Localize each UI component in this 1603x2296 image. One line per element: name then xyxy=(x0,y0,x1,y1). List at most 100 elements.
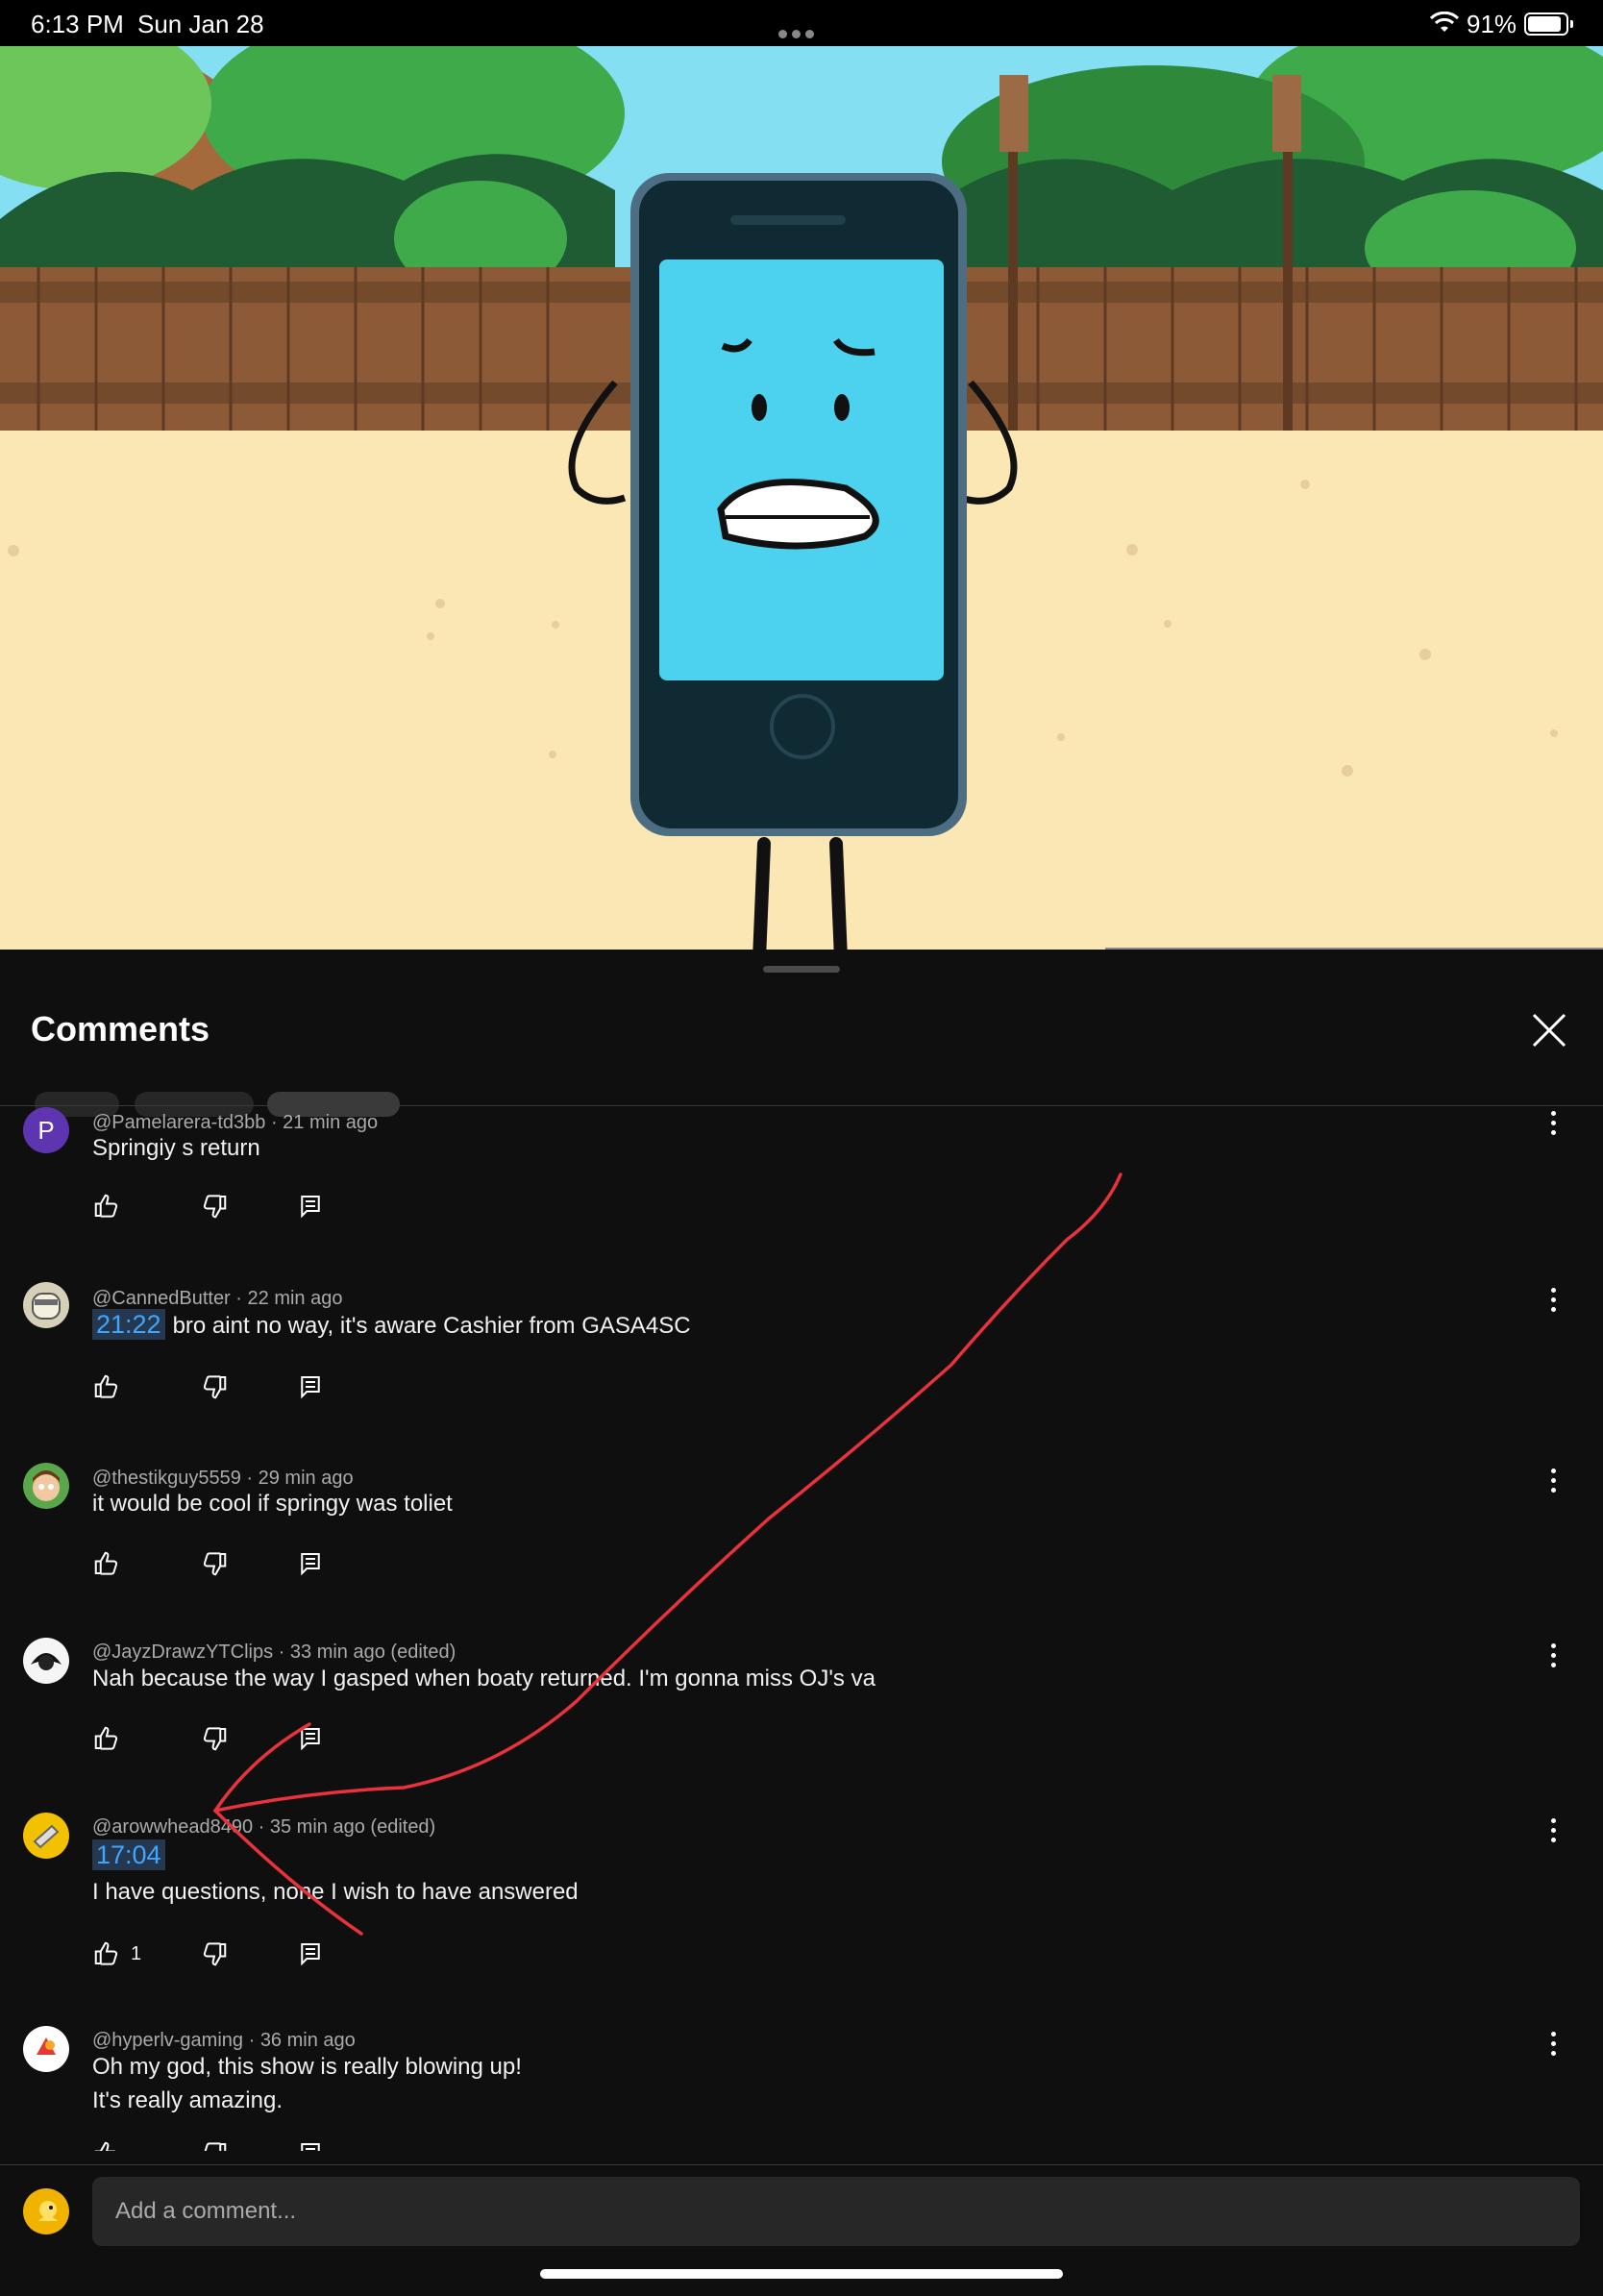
like-button[interactable] xyxy=(92,1192,123,1222)
avatar xyxy=(23,2188,69,2234)
avatar[interactable]: P xyxy=(23,1107,69,1153)
comment-age: 35 min ago xyxy=(269,1816,365,1838)
like-count: 1 xyxy=(131,1943,142,1964)
reply-icon xyxy=(301,1728,320,1751)
close-button[interactable] xyxy=(1526,1007,1572,1053)
reply-button[interactable] xyxy=(296,1192,327,1222)
more-icon[interactable] xyxy=(1547,1469,1559,1497)
video-frame-image xyxy=(0,46,1603,950)
avatar-image xyxy=(32,1293,61,1320)
wifi-icon xyxy=(1430,12,1459,32)
comment-author[interactable]: @hyperlv-gaming xyxy=(92,2030,243,2051)
reply-icon xyxy=(301,1943,320,1966)
like-icon xyxy=(94,1941,118,1965)
avatar-image xyxy=(38,2201,58,2221)
reply-button[interactable] xyxy=(296,2139,327,2151)
like-icon xyxy=(94,2141,116,2151)
comment-meta: @thestikguy5559 · 29 min ago xyxy=(92,1468,354,1489)
dislike-button[interactable] xyxy=(200,1192,231,1222)
comment-text: Oh my god, this show is really blowing u… xyxy=(92,2054,522,2080)
comment-text-line2: It's really amazing. xyxy=(92,2087,283,2113)
dislike-icon xyxy=(203,1375,227,1399)
comment-meta: @CannedButter · 22 min ago xyxy=(92,1288,343,1309)
like-icon xyxy=(94,1194,118,1218)
header-divider xyxy=(0,1105,1603,1106)
like-icon xyxy=(94,1726,118,1750)
like-icon xyxy=(94,1551,118,1575)
like-button[interactable] xyxy=(92,2139,123,2151)
avatar[interactable] xyxy=(23,1813,69,1859)
avatar-image xyxy=(33,1824,60,1849)
edited-label: (edited) xyxy=(370,1816,436,1838)
comments-sheet: Comments P @Pamelarera-td3bb · 21 min ag… xyxy=(0,950,1603,2295)
status-date: Sun Jan 28 xyxy=(137,10,264,38)
comment-author[interactable]: @arowwhead8490 xyxy=(92,1816,253,1838)
more-icon[interactable] xyxy=(1547,2032,1559,2061)
reply-button[interactable] xyxy=(296,1549,327,1580)
dislike-icon xyxy=(204,2142,227,2151)
avatar[interactable] xyxy=(23,2026,69,2072)
dislike-button[interactable] xyxy=(200,1939,231,1970)
like-button[interactable] xyxy=(92,1549,123,1580)
reply-button[interactable] xyxy=(296,1939,327,1970)
comment-meta: @Pamelarera-td3bb · 21 min ago xyxy=(92,1112,379,1133)
comment-list[interactable]: P @Pamelarera-td3bb · 21 min ago Springi… xyxy=(0,1107,1603,2151)
comments-title: Comments xyxy=(31,1009,210,1049)
avatar-image xyxy=(31,1653,62,1670)
timestamp-link[interactable]: 17:04 xyxy=(92,1839,165,1870)
home-indicator[interactable] xyxy=(540,2269,1063,2279)
close-icon xyxy=(1532,1013,1566,1048)
dislike-button[interactable] xyxy=(200,1372,231,1403)
comment-meta: @hyperlv-gaming · 36 min ago xyxy=(92,2030,356,2051)
dislike-icon xyxy=(203,1552,227,1576)
comment-age: 22 min ago xyxy=(247,1288,343,1309)
comment-age: 33 min ago xyxy=(289,1642,385,1663)
avatar-image xyxy=(37,2037,56,2055)
more-icon[interactable] xyxy=(1547,1111,1559,1140)
comment-author[interactable]: @Pamelarera-td3bb xyxy=(92,1112,265,1133)
avatar[interactable] xyxy=(23,1638,69,1684)
dislike-icon xyxy=(203,1195,227,1219)
comment-text: Nah because the way I gasped when boaty … xyxy=(92,1666,875,1691)
avatar-image xyxy=(33,1470,60,1501)
comment-author[interactable]: @CannedButter xyxy=(92,1288,231,1309)
comment-input[interactable] xyxy=(92,2177,1580,2246)
dislike-icon xyxy=(203,1942,227,1966)
comment-text: Springiy s return xyxy=(92,1135,260,1161)
multitasking-dots[interactable] xyxy=(778,15,825,38)
comment-text: I have questions, none I wish to have an… xyxy=(92,1879,579,1905)
comment-meta: @arowwhead8490 · 35 min ago (edited) xyxy=(92,1816,436,1838)
reply-icon xyxy=(301,1196,320,1219)
like-button[interactable] xyxy=(92,1372,123,1403)
avatar[interactable] xyxy=(23,1282,69,1328)
more-icon[interactable] xyxy=(1547,1288,1559,1317)
comment-meta: @JayzDrawzYTClips · 33 min ago (edited) xyxy=(92,1642,456,1663)
reply-icon xyxy=(301,2143,320,2151)
video-player[interactable] xyxy=(0,46,1603,950)
timestamp-link[interactable]: 21:22 xyxy=(92,1309,165,1340)
reply-icon xyxy=(301,1376,320,1399)
more-icon[interactable] xyxy=(1547,1643,1559,1672)
like-button[interactable] xyxy=(92,1724,123,1755)
status-time: 6:13 PM xyxy=(31,10,124,38)
like-icon xyxy=(94,1374,118,1398)
comment-author[interactable]: @thestikguy5559 xyxy=(92,1468,241,1489)
edited-label: (edited) xyxy=(390,1642,456,1663)
dislike-button[interactable] xyxy=(200,2139,231,2151)
dislike-button[interactable] xyxy=(200,1724,231,1755)
comment-text-line: 21:22 bro aint no way, it's aware Cashier… xyxy=(92,1309,691,1343)
battery-icon xyxy=(1524,12,1573,36)
dislike-button[interactable] xyxy=(200,1549,231,1580)
comment-age: 21 min ago xyxy=(283,1112,379,1133)
reply-icon xyxy=(301,1553,320,1576)
like-button[interactable]: 1 xyxy=(92,1939,141,1970)
comment-author[interactable]: @JayzDrawzYTClips xyxy=(92,1642,273,1663)
sheet-drag-handle[interactable] xyxy=(763,966,840,973)
avatar[interactable] xyxy=(23,1463,69,1509)
more-icon[interactable] xyxy=(1547,1818,1559,1847)
reply-button[interactable] xyxy=(296,1724,327,1755)
reply-button[interactable] xyxy=(296,1372,327,1403)
comment-age: 29 min ago xyxy=(258,1468,354,1489)
battery-percent: 91% xyxy=(1467,10,1517,38)
comment-text: bro aint no way, it's aware Cashier from… xyxy=(172,1313,691,1339)
